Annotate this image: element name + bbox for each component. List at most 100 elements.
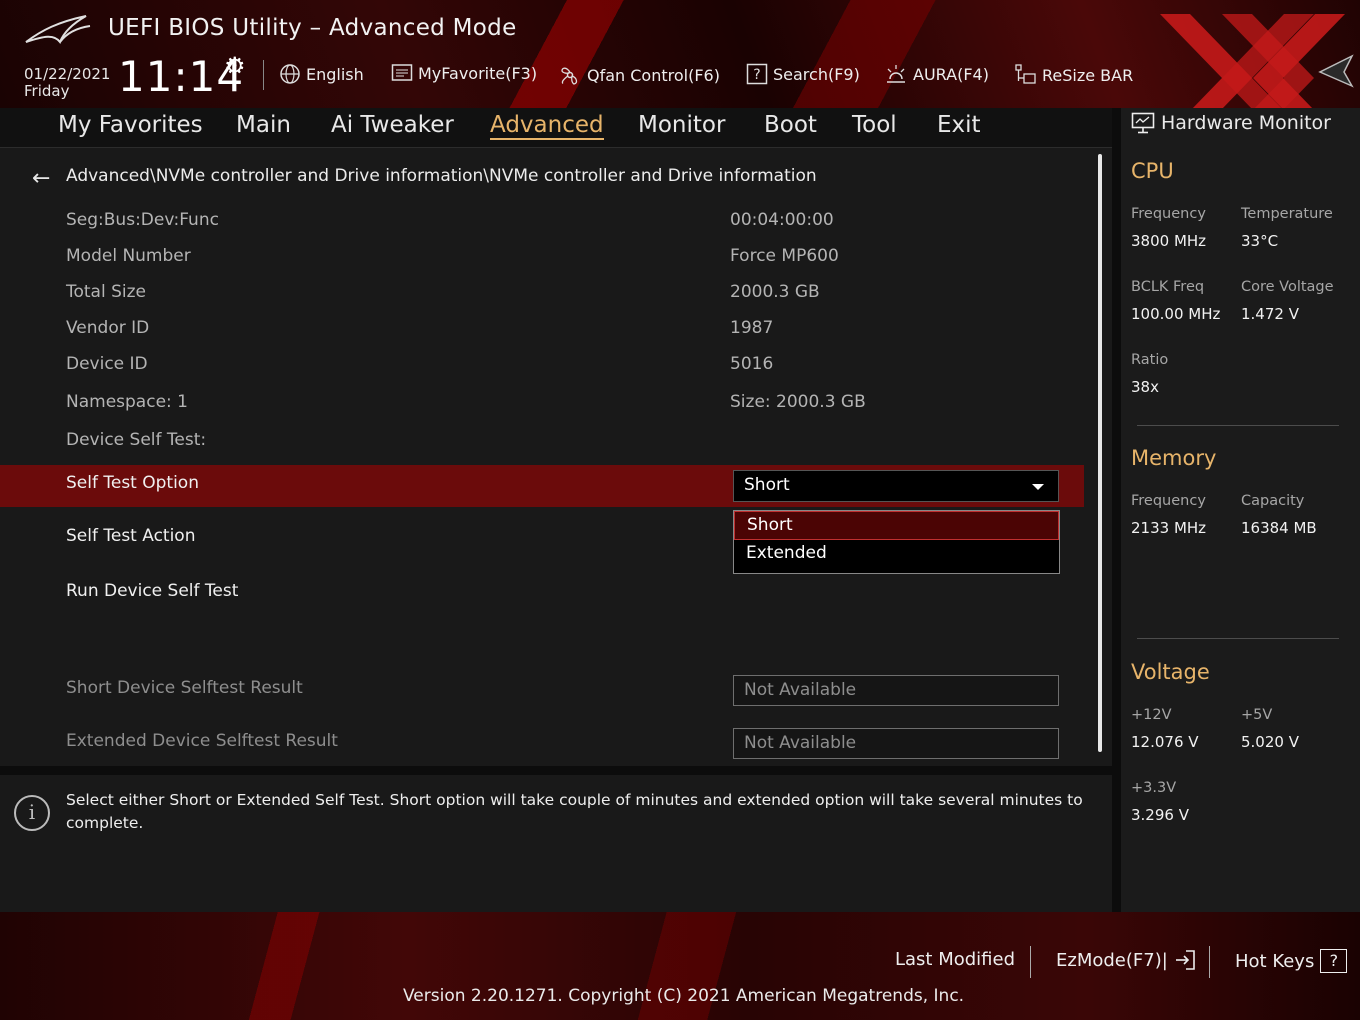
favorite-list-icon <box>391 64 413 81</box>
main-tab-bar: My Favorites Main Ai Tweaker Advanced Mo… <box>0 108 1112 148</box>
footer-divider <box>1209 946 1210 978</box>
hardware-monitor-header: Hardware Monitor <box>1131 112 1331 134</box>
header-divider <box>263 60 264 90</box>
namespace-size-value: Size: 2000.3 GB <box>730 392 866 412</box>
tab-boot[interactable]: Boot <box>764 112 817 138</box>
ratio-label: Ratio <box>1131 352 1169 368</box>
cpu-frequency-value: 3800 MHz <box>1131 232 1207 250</box>
language-button[interactable]: English <box>279 63 364 85</box>
section-divider <box>1137 425 1339 426</box>
caret-down-icon <box>1032 484 1044 490</box>
self-test-option-value: Short <box>744 475 790 495</box>
cpu-temperature-label: Temperature <box>1241 206 1333 222</box>
footer-divider <box>1030 946 1031 978</box>
tab-ai-tweaker[interactable]: Ai Tweaker <box>331 112 454 138</box>
settings-scrollbar[interactable] <box>1098 154 1102 752</box>
extended-selftest-result-value: Not Available <box>744 733 857 753</box>
mouse-cursor-icon <box>1318 54 1354 88</box>
total-size-label: Total Size <box>66 282 147 302</box>
short-selftest-result-value: Not Available <box>744 680 857 700</box>
v12-value: 12.076 V <box>1131 733 1199 751</box>
extended-selftest-result-field: Not Available <box>733 728 1059 759</box>
monitor-icon <box>1131 112 1155 134</box>
core-voltage-label: Core Voltage <box>1241 279 1334 295</box>
resize-bar-icon <box>1015 64 1036 84</box>
v5-label: +5V <box>1241 707 1273 723</box>
voltage-section-title: Voltage <box>1131 660 1210 684</box>
app-title: UEFI BIOS Utility – Advanced Mode <box>108 15 517 41</box>
bclk-label: BCLK Freq <box>1131 279 1205 295</box>
tab-monitor[interactable]: Monitor <box>638 112 725 138</box>
section-divider <box>1137 638 1339 639</box>
model-number-label: Model Number <box>66 246 191 266</box>
memory-capacity-value: 16384 MB <box>1241 519 1317 537</box>
svg-text:?: ? <box>753 67 760 83</box>
help-text: Select either Short or Extended Self Tes… <box>66 791 1083 832</box>
seg-bus-dev-func-value: 00:04:00:00 <box>730 210 834 230</box>
search-label: Search(F9) <box>773 64 860 84</box>
ratio-value: 38x <box>1131 378 1159 396</box>
cpu-section-title: CPU <box>1131 159 1174 183</box>
hardware-monitor-title: Hardware Monitor <box>1161 112 1331 134</box>
search-button[interactable]: ? Search(F9) <box>746 63 860 85</box>
day-display: Friday <box>24 82 70 100</box>
vendor-id-label: Vendor ID <box>66 318 150 338</box>
globe-icon <box>280 64 300 84</box>
breadcrumb: Advanced\NVMe controller and Drive infor… <box>66 166 817 186</box>
tab-main[interactable]: Main <box>236 112 291 138</box>
self-test-action-item[interactable]: Self Test Action <box>66 526 195 546</box>
device-self-test-heading: Device Self Test: <box>66 430 207 450</box>
self-test-option-label: Self Test Option <box>66 473 199 493</box>
cpu-frequency-label: Frequency <box>1131 206 1206 222</box>
tab-my-favorites[interactable]: My Favorites <box>58 112 203 138</box>
aura-button[interactable]: AURA(F4) <box>884 63 989 85</box>
seg-bus-dev-func-label: Seg:Bus:Dev:Func <box>66 210 219 230</box>
ezmode-label: EzMode(F7)| <box>1056 949 1168 971</box>
self-test-option-select[interactable]: Short <box>733 470 1059 502</box>
language-label: English <box>306 64 364 84</box>
aura-label: AURA(F4) <box>913 64 989 84</box>
bclk-value: 100.00 MHz <box>1131 305 1221 323</box>
clock-settings-gear-icon[interactable]: ⚙ <box>224 52 246 80</box>
fan-icon <box>561 67 578 85</box>
hot-keys-label: Hot Keys <box>1235 950 1315 972</box>
help-key-icon: ? <box>1320 949 1348 973</box>
option-short[interactable]: Short <box>734 511 1059 540</box>
rog-logo-icon <box>25 15 91 45</box>
self-test-option-list: Short Extended <box>733 510 1060 574</box>
footer-bar: Last Modified EzMode(F7)| Hot Keys ? Ver… <box>0 912 1360 1020</box>
run-device-self-test-item[interactable]: Run Device Self Test <box>66 581 238 601</box>
cpu-temperature-value: 33°C <box>1241 232 1279 250</box>
qfan-label: Qfan Control(F6) <box>587 65 720 85</box>
extended-selftest-result-label: Extended Device Selftest Result <box>66 731 338 751</box>
tab-tool[interactable]: Tool <box>852 112 897 138</box>
aura-light-icon <box>887 65 905 83</box>
v33-label: +3.3V <box>1131 780 1177 796</box>
ezmode-button[interactable]: EzMode(F7)| <box>1056 949 1196 971</box>
namespace-label: Namespace: 1 <box>66 392 188 412</box>
back-arrow-icon[interactable]: ← <box>32 166 50 191</box>
memory-frequency-value: 2133 MHz <box>1131 519 1207 537</box>
hot-keys-button[interactable]: Hot Keys ? <box>1235 949 1348 973</box>
myfavorite-label: MyFavorite(F3) <box>418 63 538 83</box>
myfavorite-button[interactable]: MyFavorite(F3) <box>391 63 537 83</box>
vendor-id-value: 1987 <box>730 318 774 338</box>
qfan-control-button[interactable]: Qfan Control(F6) <box>558 63 720 87</box>
date-display: 01/22/2021 <box>24 65 111 83</box>
short-selftest-result-label: Short Device Selftest Result <box>66 678 303 698</box>
option-extended[interactable]: Extended <box>734 540 1059 569</box>
device-id-label: Device ID <box>66 354 148 374</box>
hardware-monitor-panel: Hardware Monitor CPU Frequency Temperatu… <box>1121 108 1360 912</box>
version-text: Version 2.20.1271. Copyright (C) 2021 Am… <box>403 986 965 1006</box>
resize-bar-label: ReSize BAR <box>1042 65 1134 85</box>
device-id-value: 5016 <box>730 354 774 374</box>
tab-advanced[interactable]: Advanced <box>490 112 604 140</box>
last-modified-button[interactable]: Last Modified <box>895 949 1015 970</box>
search-help-icon: ? <box>746 63 768 85</box>
model-number-value: Force MP600 <box>730 246 839 266</box>
resize-bar-button[interactable]: ReSize BAR <box>1013 63 1133 87</box>
exit-to-ezmode-icon <box>1175 950 1195 970</box>
tab-exit[interactable]: Exit <box>937 112 981 138</box>
v33-value: 3.296 V <box>1131 806 1189 824</box>
memory-capacity-label: Capacity <box>1241 493 1305 509</box>
